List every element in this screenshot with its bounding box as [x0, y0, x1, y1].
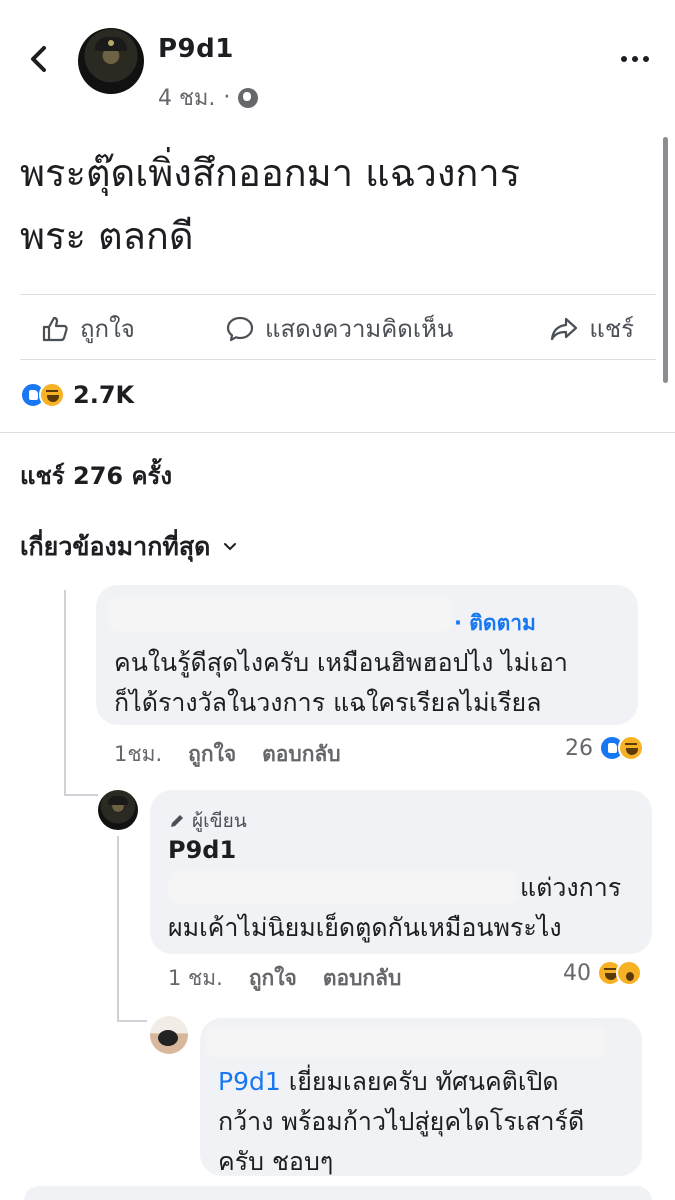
comment-text: P9d1 เยี่ยมเลยครับ ทัศนคติเปิด กว้าง พร้…	[218, 1062, 638, 1182]
comment-reaction-count: 26	[565, 735, 593, 761]
comment-text-line: ก็ได้รางวัลในวงการ แฉใครเรียลไม่เรียล	[114, 688, 542, 717]
comment-meta: 1ชม. ถูกใจ ตอบกลับ	[114, 738, 341, 771]
comment-time[interactable]: 1ชม.	[114, 738, 162, 771]
mention-link[interactable]: P9d1	[218, 1067, 281, 1096]
comment-label: แสดงความคิดเห็น	[265, 315, 454, 343]
comment-reaction-count: 40	[563, 960, 591, 986]
post-actions-bar: ถูกใจ แสดงความคิดเห็น แชร์	[20, 294, 656, 360]
thread-line	[64, 590, 66, 796]
post-author-name[interactable]: P9d1	[158, 34, 234, 64]
comment-text-line: แต่วงการ	[520, 873, 622, 902]
reaction-count: 2.7K	[73, 381, 135, 409]
comment-text-line: P9d1 เยี่ยมเลยครับ ทัศนคติเปิด	[218, 1062, 638, 1102]
haha-icon	[618, 735, 644, 761]
scrollbar[interactable]	[663, 137, 668, 383]
comment-bubble[interactable]: ผู้เขียน P9d1 แต่วงการ ผมเค้าไม่นิยมเย็ด…	[150, 790, 652, 954]
comment-text-line: ผมเค้าไม่นิยมเย็ดตูดกันเหมือนพระไง	[168, 913, 562, 942]
comment-text-line: กว้าง พร้อมก้าวไปสู่ยุคไดโรเสาร์ดี	[218, 1107, 585, 1136]
comment-text-line: คนในรู้ดีสุดไงครับ เหมือนฮิพฮอปไง ไม่เอา	[114, 648, 568, 677]
commenter-avatar[interactable]	[150, 1016, 188, 1054]
reply-author-avatar[interactable]	[98, 790, 138, 830]
post-meta: 4 ชม. ·	[158, 80, 259, 115]
comment-like-button[interactable]: ถูกใจ	[188, 738, 236, 771]
comment-bubble-icon	[226, 316, 254, 341]
back-arrow-icon[interactable]	[22, 42, 56, 76]
comment-button[interactable]: แสดงความคิดเห็น	[225, 309, 453, 348]
post-text: พระตุ๊ดเพิ่งสึกออกมา แฉวงการ พระ ตลกดี	[20, 142, 650, 268]
sort-label: เกี่ยวข้องมากที่สุด	[20, 532, 211, 561]
comment-text: แต่วงการ ผมเค้าไม่นิยมเย็ดตูดกันเหมือนพร…	[168, 868, 638, 948]
wow-icon	[616, 960, 642, 986]
globe-icon	[238, 87, 259, 108]
comment-bubble[interactable]: · ติดตาม คนในรู้ดีสุดไงครับ เหมือนฮิพฮอป…	[96, 585, 638, 725]
comment-reply-button[interactable]: ตอบกลับ	[262, 738, 341, 771]
pencil-icon	[171, 815, 183, 827]
comment-time[interactable]: 1 ชม.	[168, 962, 223, 995]
thread-line	[64, 794, 98, 796]
thread-line	[117, 1020, 147, 1022]
share-count[interactable]: แชร์ 276 ครั้ง	[20, 456, 172, 495]
thumbs-up-icon	[42, 316, 68, 341]
divider	[0, 432, 675, 433]
post-time[interactable]: 4 ชม.	[158, 80, 215, 115]
meta-separator: ·	[223, 85, 231, 110]
comment-meta: 1 ชม. ถูกใจ ตอบกลับ	[168, 962, 401, 995]
like-button[interactable]: ถูกใจ	[40, 309, 135, 348]
comment-reactions[interactable]: 40	[563, 960, 642, 986]
author-badge: ผู้เขียน	[168, 806, 247, 836]
chevron-down-icon	[224, 543, 237, 551]
write-comment-bar[interactable]	[24, 1186, 652, 1200]
share-label: แชร์	[589, 315, 634, 343]
redacted-commenter-name	[108, 597, 453, 631]
comment-author-name[interactable]: P9d1	[168, 836, 236, 864]
redacted-commenter-name	[206, 1026, 606, 1058]
comment-reactions[interactable]: 26	[565, 735, 644, 761]
post-text-line: พระ ตลกดี	[20, 214, 194, 258]
comment-like-button[interactable]: ถูกใจ	[249, 962, 297, 995]
comment-reply-button[interactable]: ตอบกลับ	[323, 962, 402, 995]
comment-sort-dropdown[interactable]: เกี่ยวข้องมากที่สุด	[20, 527, 238, 567]
author-badge-label: ผู้เขียน	[192, 810, 247, 832]
comment-text-segment: เยี่ยมเลยครับ ทัศนคติเปิด	[280, 1067, 559, 1096]
follow-link[interactable]: · ติดตาม	[454, 607, 536, 640]
reactions-summary[interactable]: 2.7K	[20, 381, 134, 409]
haha-icon	[39, 382, 65, 408]
author-avatar[interactable]	[78, 28, 144, 94]
post-text-line: พระตุ๊ดเพิ่งสึกออกมา แฉวงการ	[20, 151, 521, 195]
share-arrow-icon	[551, 317, 578, 340]
post-header: P9d1 4 ชม. ·	[0, 0, 675, 115]
share-button[interactable]: แชร์	[549, 309, 634, 348]
like-label: ถูกใจ	[80, 315, 135, 343]
comment-text: คนในรู้ดีสุดไงครับ เหมือนฮิพฮอปไง ไม่เอา…	[114, 643, 634, 723]
comment-text-line: ครับ ชอบๆ	[218, 1147, 334, 1176]
comment-bubble[interactable]: P9d1 เยี่ยมเลยครับ ทัศนคติเปิด กว้าง พร้…	[200, 1018, 642, 1176]
more-options-icon[interactable]	[621, 56, 649, 62]
thread-line	[117, 836, 119, 1022]
